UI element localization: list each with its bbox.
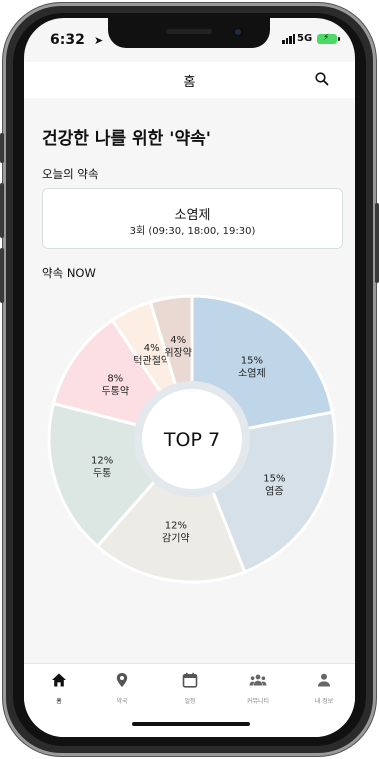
map-pin-icon <box>116 673 128 687</box>
volume-down-button <box>0 248 4 303</box>
tab-home-label: 홈 <box>56 698 62 705</box>
search-icon[interactable] <box>314 71 330 87</box>
pie-category-label-2: 염증 <box>265 485 283 497</box>
today-medicine-times: 3회 (09:30, 18:00, 19:30) <box>129 226 256 237</box>
location-arrow-icon: ➤ <box>94 34 104 47</box>
home-icon <box>52 673 66 687</box>
network-label: 5G <box>297 33 313 44</box>
people-icon <box>249 674 267 686</box>
pie-category-label-5: 두통약 <box>101 386 129 398</box>
pie-percent-label-6: 4% <box>144 343 160 354</box>
page-title: 홈 <box>183 75 196 90</box>
tab-home[interactable]: 홈 <box>31 672 87 705</box>
pie-percent-label-3: 12% <box>165 521 187 532</box>
tab-pharmacy-label: 약국 <box>116 698 128 705</box>
tab-community[interactable]: 커뮤니티 <box>230 672 286 705</box>
pie-percent-label-5: 8% <box>107 374 123 385</box>
home-content: 건강한 나를 위한 '약속' 오늘의 약속 소염제 3회 (09:30, 18:… <box>24 98 355 671</box>
power-button <box>375 203 379 283</box>
volume-up-button <box>0 183 4 238</box>
app-bar: 홈 <box>24 62 355 98</box>
pie-category-label-1: 소염제 <box>238 368 266 380</box>
calendar-icon <box>182 672 198 688</box>
tab-community-label: 커뮤니티 <box>246 698 270 705</box>
headline: 건강한 나를 위한 '약속' <box>42 129 211 149</box>
home-indicator <box>132 722 250 726</box>
battery-icon: ⚡ <box>317 33 340 44</box>
speaker <box>166 29 212 34</box>
person-icon <box>318 673 330 687</box>
today-medicine-name: 소염제 <box>174 208 211 223</box>
tab-my-info[interactable]: 내 정보 <box>296 672 352 705</box>
pie-category-label-3: 감기약 <box>162 533 190 545</box>
today-medicine-card[interactable]: 소염제 3회 (09:30, 18:00, 19:30) <box>42 188 343 249</box>
notch <box>108 18 270 48</box>
medicine-pie-chart[interactable]: 15%소염제15%염증12%감기약12%두통8%두통약4%턱관절약4%위장약TO… <box>47 294 337 584</box>
app-screen: 6:32 ➤ 5G ⚡ 홈 건강한 나를 위한 '약속' 오늘의 약속 소염제 … <box>24 18 355 737</box>
pie-percent-label-7: 4% <box>170 335 186 346</box>
status-time: 6:32 <box>50 32 85 48</box>
pie-category-label-4: 두통 <box>93 468 111 480</box>
tab-pharmacy[interactable]: 약국 <box>94 672 150 705</box>
now-section-title: 약속 NOW <box>42 266 96 280</box>
signal-icon <box>282 34 295 44</box>
pie-percent-label-1: 15% <box>241 356 263 367</box>
pie-center-label: TOP 7 <box>163 429 220 451</box>
tab-my-info-label: 내 정보 <box>314 698 334 705</box>
tab-schedule-label: 일정 <box>184 698 196 705</box>
pie-percent-label-4: 12% <box>91 456 113 467</box>
today-section-title: 오늘의 약속 <box>42 167 99 181</box>
pie-category-label-7: 위장약 <box>164 346 192 359</box>
mute-switch <box>0 133 4 163</box>
tab-schedule[interactable]: 일정 <box>162 672 218 705</box>
pie-percent-label-2: 15% <box>263 473 285 484</box>
front-camera <box>233 27 243 37</box>
